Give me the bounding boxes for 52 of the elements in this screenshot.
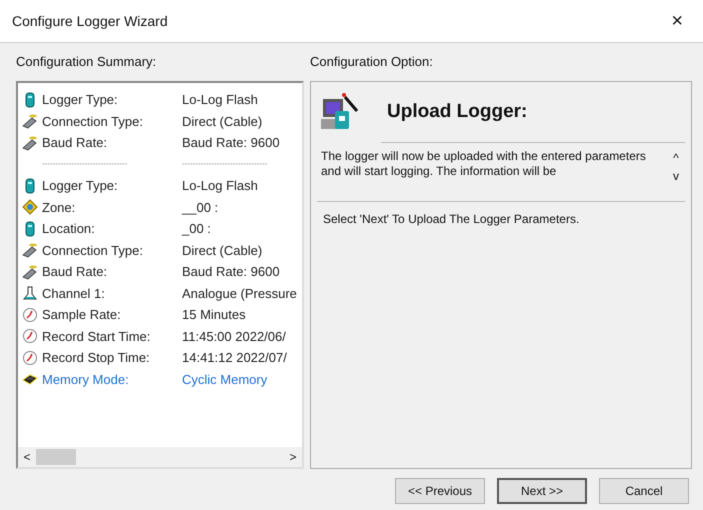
row-label: Connection Type: xyxy=(42,112,144,131)
row-value: Lo-Log Flash xyxy=(182,91,258,109)
row-label: Logger Type: xyxy=(42,177,119,195)
row-value: Baud Rate: 9600 xyxy=(182,263,280,281)
instruction-text: Select 'Next' To Upload The Logger Parameters. xyxy=(322,211,580,228)
row-label: Baud Rate: xyxy=(42,134,108,152)
wizard-button[interactable]: Next >> xyxy=(497,478,587,504)
row-value: Analogue (Pressure xyxy=(182,284,297,303)
wizard-button[interactable]: Cancel xyxy=(599,478,689,504)
scroll-right-arrow[interactable]: > xyxy=(284,448,302,466)
row-value: Baud Rate: 9600 xyxy=(182,134,280,152)
scroll-left-arrow[interactable]: < xyxy=(18,448,36,466)
row-value: -------------------------------- xyxy=(182,158,268,170)
clock-icon xyxy=(22,306,38,323)
row-value: _00 : xyxy=(182,220,211,238)
clock-icon xyxy=(22,350,38,366)
option-title: Upload Logger: xyxy=(387,100,528,124)
wizard-button[interactable]: << Previous xyxy=(395,478,485,504)
row-label: Record Start Time: xyxy=(42,328,152,346)
row-label: Location: xyxy=(42,220,96,238)
row-label: Channel 1: xyxy=(42,284,106,302)
row-value: Direct (Cable) xyxy=(182,112,262,131)
row-label: Record Stop Time: xyxy=(42,349,151,367)
plug-icon xyxy=(22,264,38,280)
row-label: Logger Type: xyxy=(42,91,119,109)
row-label: Baud Rate: xyxy=(42,263,108,281)
scroll-down-button[interactable]: v xyxy=(673,167,679,185)
row-label: Sample Rate: xyxy=(42,306,122,324)
row-value: 15 Minutes xyxy=(182,306,246,324)
scroll-up-button[interactable]: ^ xyxy=(673,149,679,167)
row-value: Cyclic Memory xyxy=(182,370,268,389)
description-text: The logger will now be uploaded with the entered parameters and will start logging. The information will be xyxy=(321,149,647,180)
section-heading: Configuration Option: xyxy=(310,53,434,71)
row-value: Direct (Cable) xyxy=(182,242,262,260)
plug-icon xyxy=(22,242,38,258)
row-label: Zone: xyxy=(42,198,76,216)
zone-icon xyxy=(22,199,38,216)
row-label: -------------------------------- xyxy=(42,158,128,170)
row-value: 11:45:00 2022/06/ xyxy=(182,328,286,346)
row-label: Connection Type: xyxy=(42,242,144,260)
plug-icon xyxy=(22,134,38,151)
row-value: 14:41:12 2022/07/ xyxy=(182,349,287,367)
row-value: Lo-Log Flash xyxy=(182,177,258,195)
horizontal-scrollbar[interactable]: < > xyxy=(18,447,302,467)
row-value: __00 : xyxy=(182,198,218,217)
row-label: Memory Mode: xyxy=(42,370,130,389)
plug-icon xyxy=(22,113,38,130)
close-button[interactable]: × xyxy=(663,11,691,31)
scrollbar-thumb[interactable] xyxy=(36,449,76,465)
section-heading: Configuration Summary: xyxy=(16,53,158,71)
clock-icon xyxy=(22,328,38,344)
window-title: Configure Logger Wizard xyxy=(12,12,169,31)
